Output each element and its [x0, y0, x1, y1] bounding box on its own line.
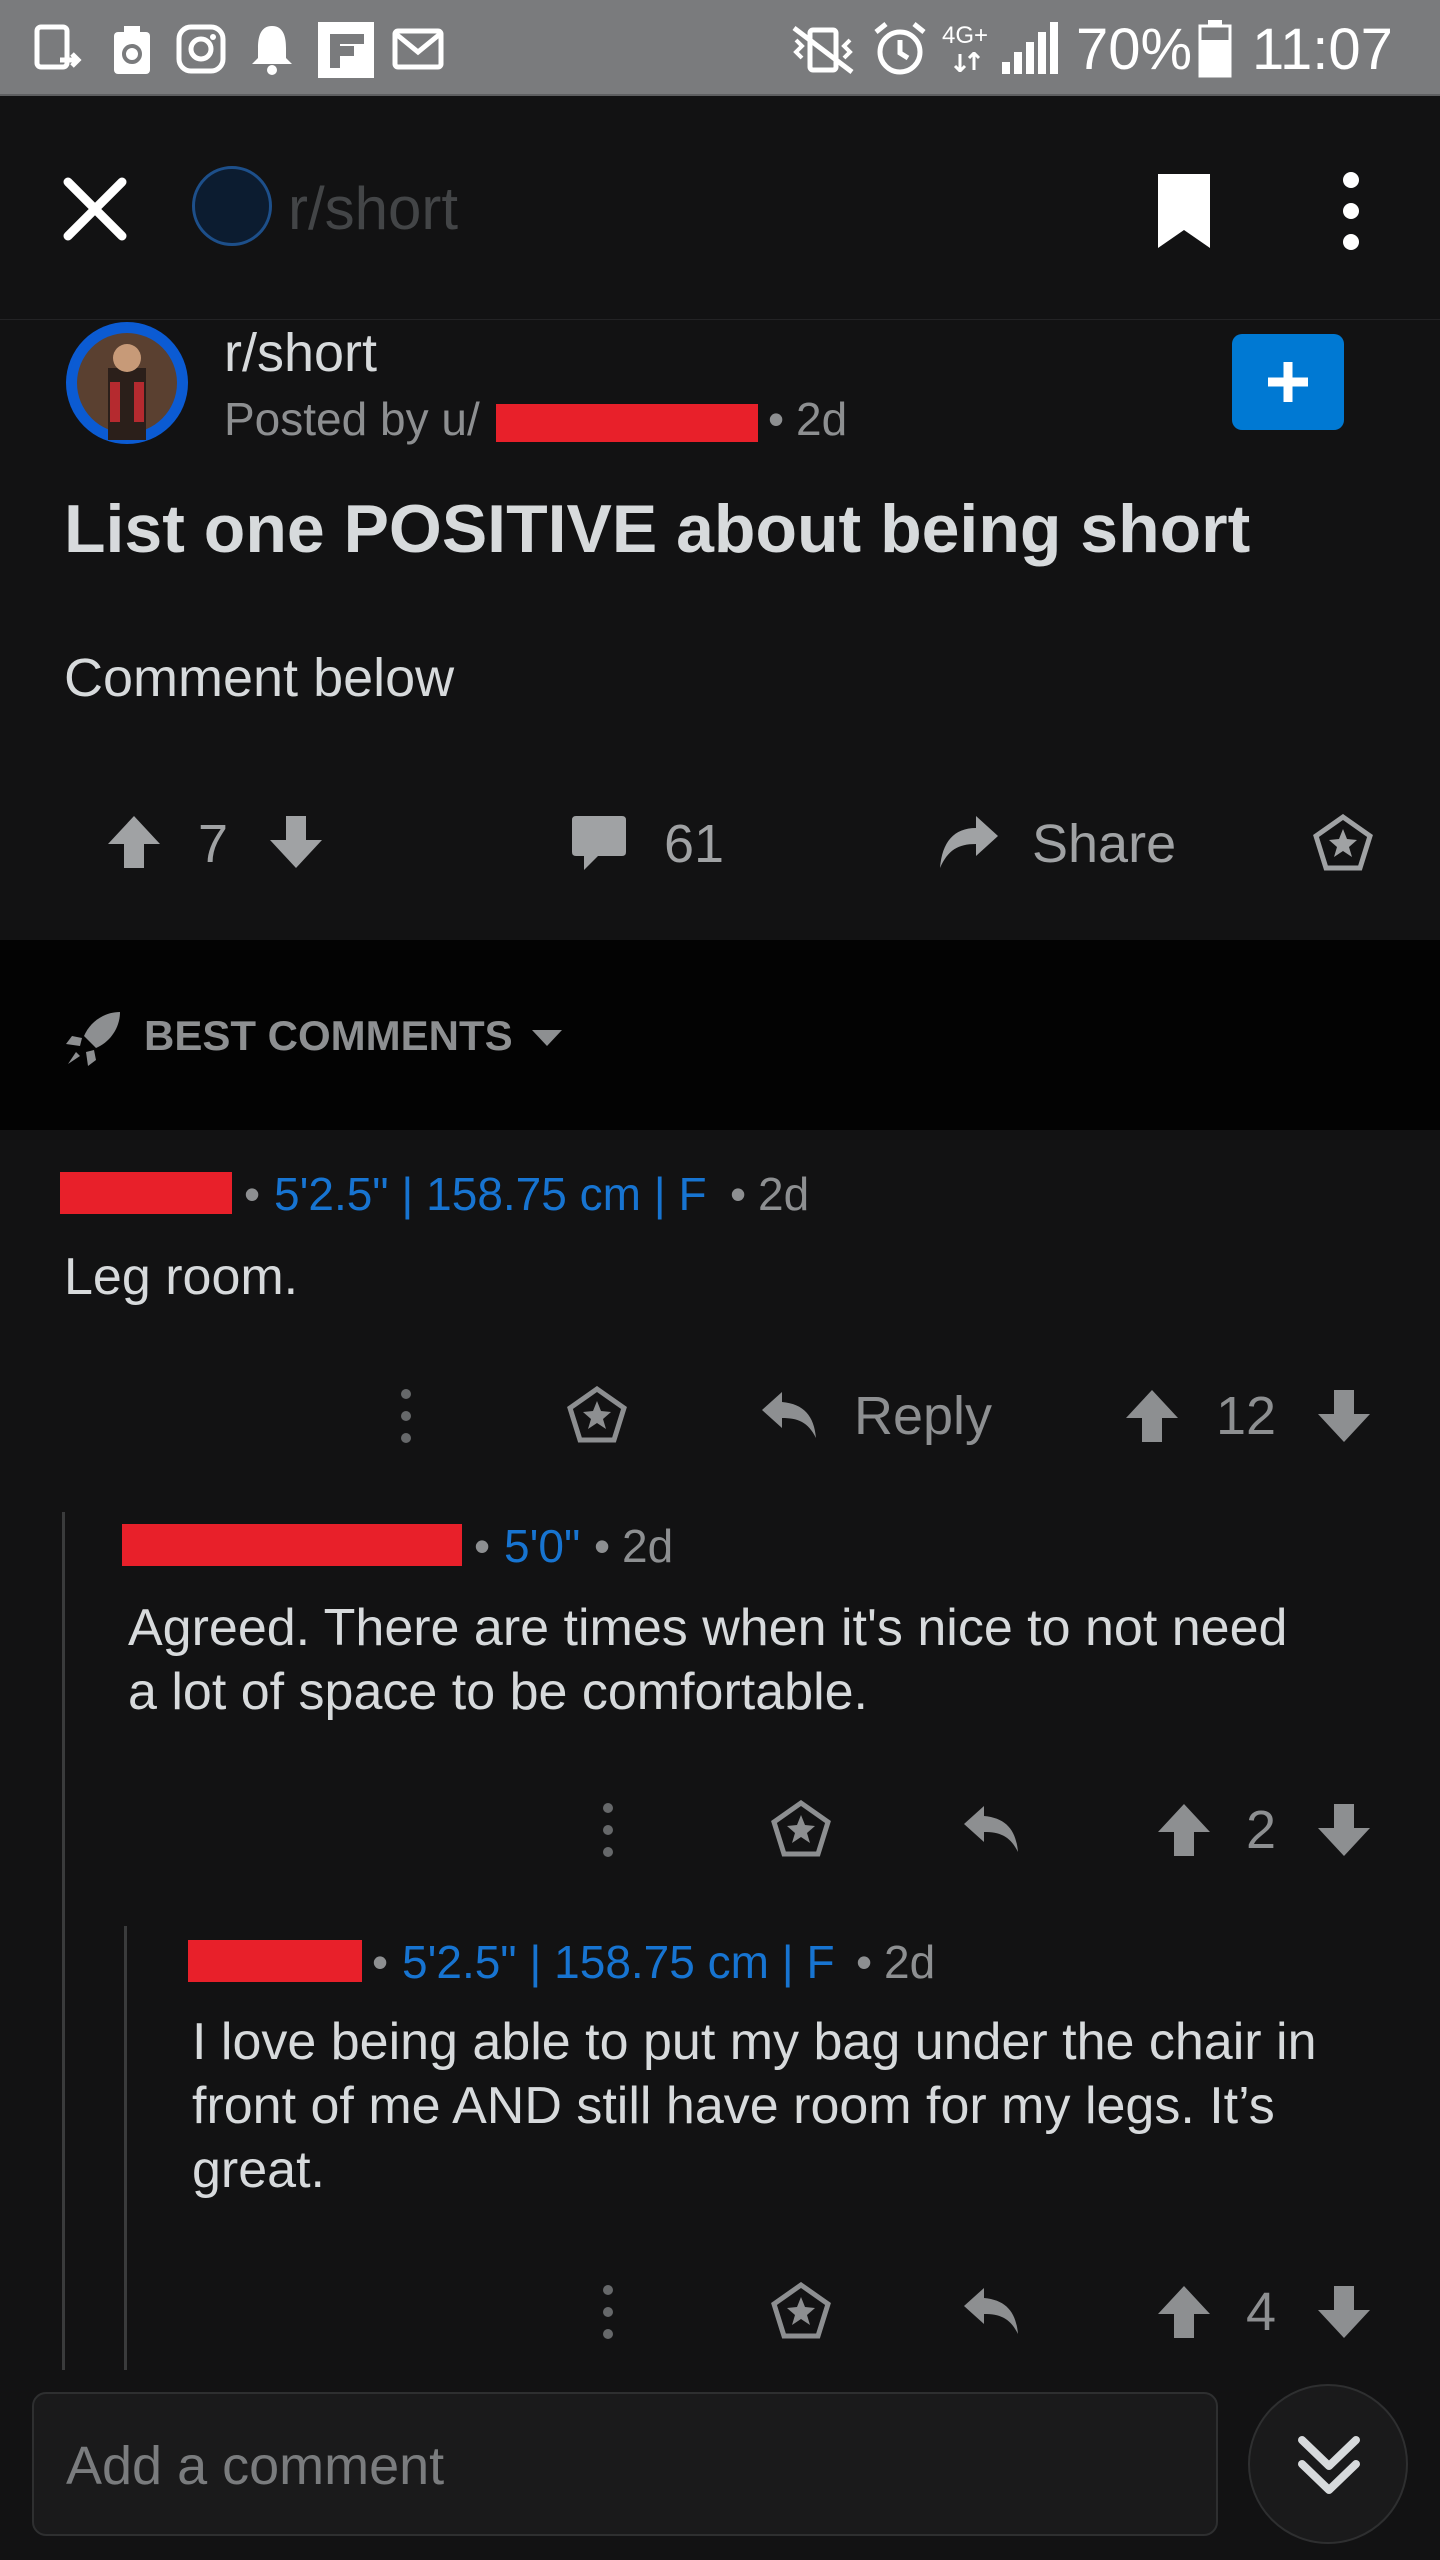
signal-strength-icon — [1002, 22, 1058, 74]
recycle-icon — [114, 26, 150, 74]
add-comment-placeholder: Add a comment — [66, 2436, 445, 2496]
user-flair: 5'0" — [504, 1520, 581, 1572]
comment-count[interactable]: 61 — [664, 812, 724, 876]
double-chevron-down-icon — [1298, 2436, 1360, 2494]
meta-separator: • — [856, 1936, 873, 1988]
subreddit-avatar[interactable] — [66, 322, 188, 444]
user-flair: 5'2.5" | 158.75 cm | F — [274, 1168, 707, 1220]
upvote-icon[interactable] — [1156, 1802, 1212, 1858]
meta-separator: • — [730, 1168, 747, 1220]
post-title: List one POSITIVE about being short — [64, 491, 1251, 567]
comment-score: 4 — [1246, 2282, 1277, 2342]
sort-bar[interactable]: BEST COMMENTS — [0, 940, 1440, 1130]
comment-more-icon[interactable] — [598, 2284, 618, 2340]
downvote-icon[interactable] — [1316, 1388, 1372, 1444]
meta-separator: • — [244, 1168, 261, 1220]
meta-separator: • — [372, 1936, 389, 1988]
subreddit-avatar-image — [69, 325, 185, 441]
redacted-username — [496, 404, 758, 442]
comment-age: 2d — [622, 1520, 674, 1572]
comment-more-icon[interactable] — [396, 0, 416, 56]
upvote-icon[interactable] — [1156, 2284, 1212, 2340]
app-bar: r/short — [0, 96, 1440, 320]
battery-percent: 70% — [1076, 17, 1193, 82]
more-vert-icon[interactable] — [1336, 170, 1366, 252]
app-bar-subreddit-title[interactable]: r/short — [288, 174, 458, 244]
redacted-username — [188, 1940, 362, 1982]
comment-body: Leg room. — [64, 1248, 299, 1306]
comment-body-line: a lot of space to be comfortable. — [128, 1663, 868, 1721]
comment-more-icon[interactable] — [396, 1388, 416, 1444]
upvote-icon[interactable] — [106, 814, 162, 870]
join-button[interactable] — [1232, 334, 1344, 430]
meta-separator: • — [594, 1520, 611, 1572]
user-flair: 5'2.5" | 158.75 cm | F — [402, 1936, 835, 1988]
redacted-username — [60, 1172, 232, 1214]
comment-age: 2d — [884, 1936, 936, 1988]
comment-more-icon[interactable] — [598, 1802, 618, 1858]
redacted-username — [122, 1524, 462, 1566]
post-body: Comment below — [64, 648, 455, 708]
reply-icon[interactable] — [962, 1802, 1022, 1856]
reply-icon[interactable] — [760, 1388, 820, 1442]
downvote-icon[interactable] — [1316, 2284, 1372, 2340]
share-button[interactable]: Share — [1032, 812, 1176, 876]
network-type-label: 4G+ — [942, 22, 989, 49]
sort-label[interactable]: BEST COMMENTS — [144, 1010, 513, 1062]
close-icon[interactable] — [62, 176, 128, 242]
post-age-separator: • — [768, 393, 785, 445]
comment-score: 2 — [1246, 1800, 1277, 1860]
post-score: 7 — [198, 814, 229, 874]
comment-body-line: Agreed. There are times when it's nice t… — [128, 1599, 1288, 1657]
upvote-icon[interactable] — [1124, 1388, 1180, 1444]
downvote-icon[interactable] — [1316, 1802, 1372, 1858]
thread-line[interactable] — [62, 1512, 65, 2370]
instagram-icon — [176, 24, 226, 74]
posted-by-label: Posted by u/ — [224, 393, 480, 445]
data-arrows-icon — [953, 52, 981, 72]
post-age: 2d — [796, 393, 848, 445]
reply-button[interactable]: Reply — [854, 1384, 992, 1448]
comment-body-line: I love being able to put my bag under th… — [192, 2013, 1317, 2071]
reply-icon[interactable] — [962, 2284, 1022, 2338]
rocket-icon — [66, 1012, 120, 1066]
status-bar: 4G+ 70% 11:07 — [0, 0, 1440, 96]
thread-line[interactable] — [124, 1926, 127, 2370]
downvote-icon[interactable] — [268, 814, 324, 870]
bell-icon — [252, 26, 292, 75]
post-subreddit-name[interactable]: r/short — [224, 322, 377, 384]
battery-icon — [1198, 20, 1232, 78]
meta-separator: • — [474, 1520, 491, 1572]
award-icon[interactable] — [770, 1800, 832, 1858]
award-icon[interactable] — [770, 2282, 832, 2340]
comment-score: 12 — [1216, 1386, 1277, 1446]
comment-bubble-icon[interactable] — [570, 814, 628, 872]
alarm-icon — [874, 22, 926, 75]
comment-body-line: great. — [192, 2141, 325, 2199]
flipboard-icon — [318, 22, 374, 78]
add-comment-input[interactable]: Add a comment — [32, 2392, 1218, 2536]
comment-age: 2d — [758, 1168, 810, 1220]
next-comment-button[interactable] — [1248, 2384, 1408, 2544]
award-icon[interactable] — [566, 1386, 628, 1444]
screen-cast-icon — [34, 24, 82, 70]
clock: 11:07 — [1252, 17, 1393, 82]
plus-icon — [1268, 362, 1308, 402]
chevron-down-icon — [532, 1030, 562, 1046]
subreddit-avatar-faded — [192, 166, 272, 246]
comment-body-line: front of me AND still have room for my l… — [192, 2077, 1275, 2135]
award-icon[interactable] — [1312, 814, 1374, 872]
vibrate-mute-icon — [792, 26, 854, 74]
share-arrow-icon[interactable] — [936, 812, 1000, 872]
bookmark-icon[interactable] — [1154, 170, 1214, 252]
